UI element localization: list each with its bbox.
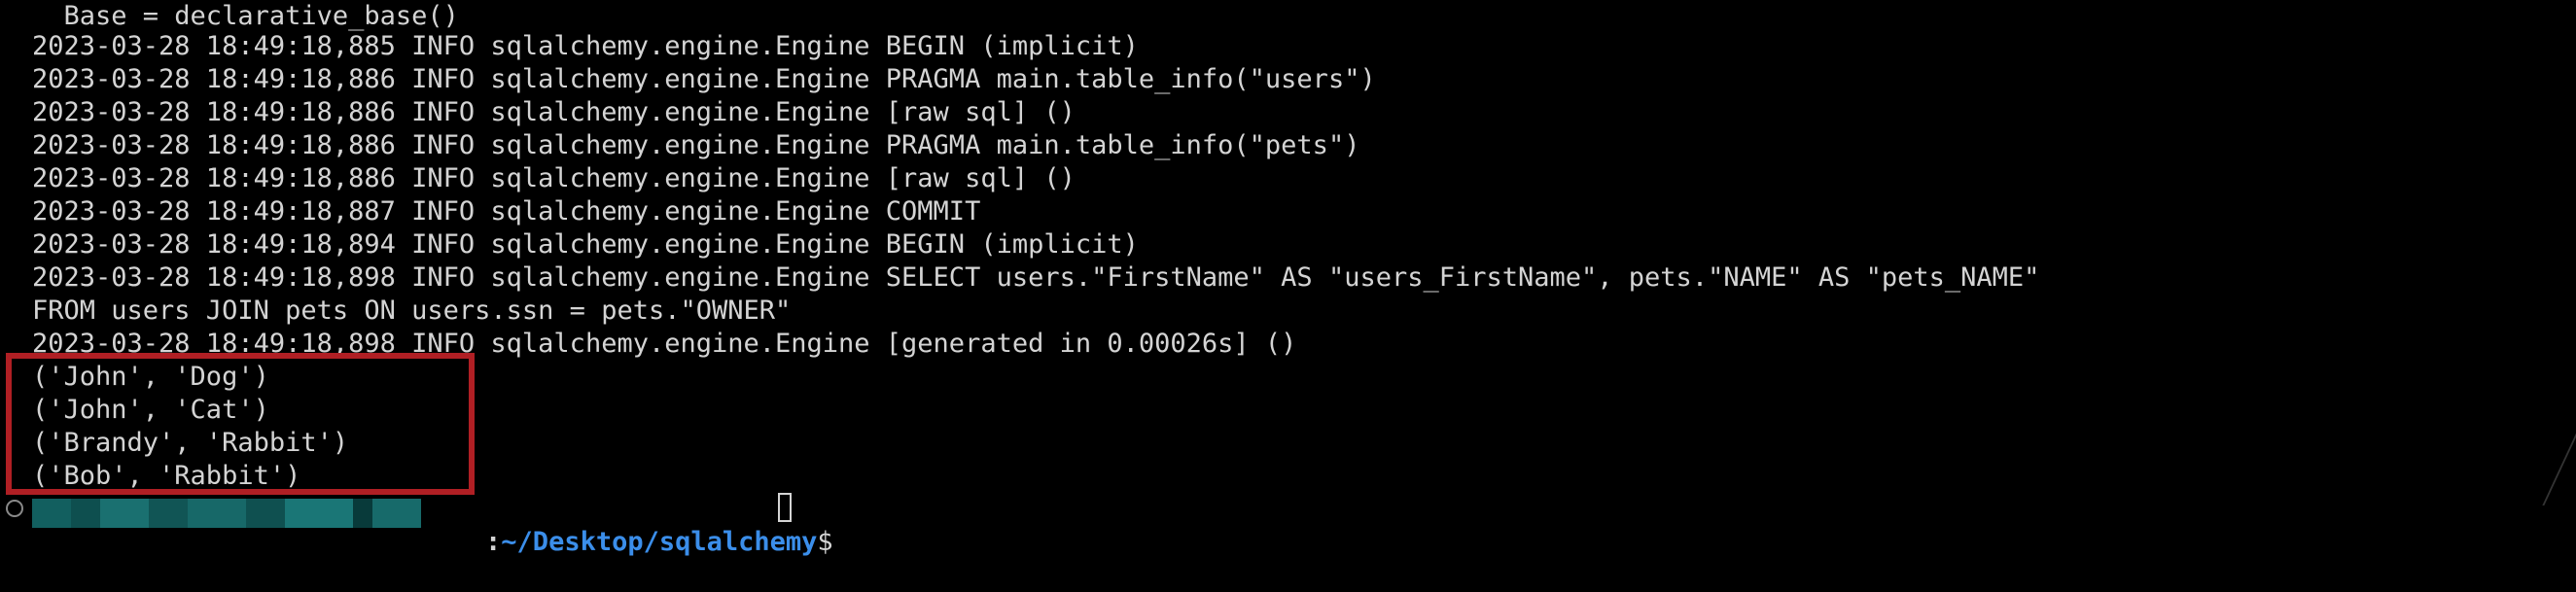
- terminal-cursor[interactable]: [778, 493, 792, 522]
- terminal-line: 2023-03-28 18:49:18,886 INFO sqlalchemy.…: [32, 130, 1360, 160]
- prompt-dollar: $: [817, 527, 849, 557]
- scrollbar-edge[interactable]: [2542, 428, 2576, 505]
- prompt-path: ~/Desktop/sqlalchemy: [501, 527, 818, 557]
- terminal-line: 2023-03-28 18:49:18,886 INFO sqlalchemy.…: [32, 163, 1076, 193]
- circle-icon: [6, 500, 23, 517]
- terminal-line: Base = declarative_base(): [32, 1, 459, 31]
- terminal-line: 2023-03-28 18:49:18,887 INFO sqlalchemy.…: [32, 196, 981, 226]
- terminal-line: 2023-03-28 18:49:18,886 INFO sqlalchemy.…: [32, 64, 1376, 94]
- terminal-line: 2023-03-28 18:49:18,894 INFO sqlalchemy.…: [32, 229, 1139, 260]
- result-highlight-box: [6, 353, 475, 495]
- prompt-separator: :: [485, 527, 502, 557]
- terminal-line: 2023-03-28 18:49:18,898 INFO sqlalchemy.…: [32, 262, 2040, 293]
- terminal-output[interactable]: Base = declarative_base() 2023-03-28 18:…: [0, 0, 2576, 557]
- terminal-line: 2023-03-28 18:49:18,886 INFO sqlalchemy.…: [32, 97, 1076, 127]
- terminal-line: FROM users JOIN pets ON users.ssn = pets…: [32, 296, 792, 326]
- terminal-line: 2023-03-28 18:49:18,885 INFO sqlalchemy.…: [32, 31, 1139, 61]
- redacted-username-host: [32, 499, 421, 528]
